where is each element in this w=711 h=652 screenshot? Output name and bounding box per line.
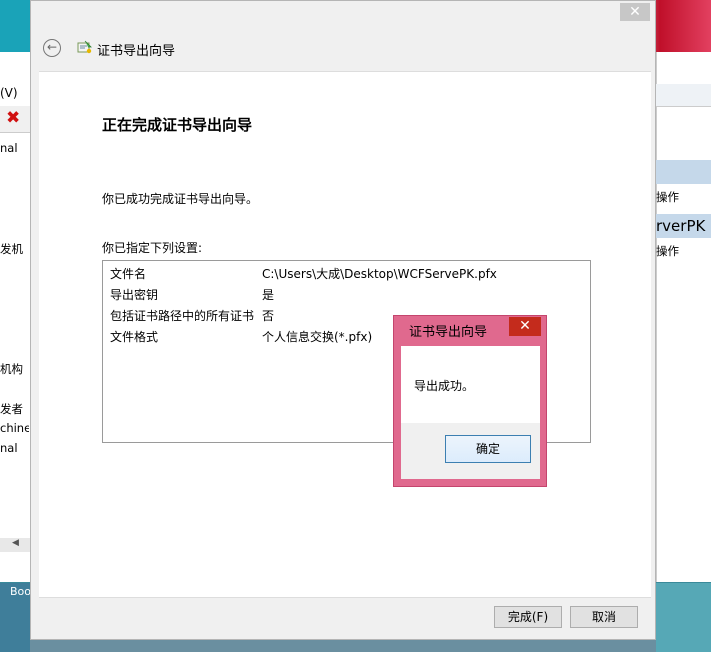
dialog-close-button[interactable]: ✕ [509,317,541,336]
wizard-content: 正在完成证书导出向导 你已成功完成证书导出向导。 你已指定下列设置: 文件名 C… [39,71,651,598]
background-right-action[interactable]: 操作 [656,243,679,259]
dialog-body: 导出成功。 确定 [401,346,540,479]
finish-button[interactable]: 完成(F) [494,606,562,628]
export-success-dialog: 证书导出向导 ✕ 导出成功。 确定 [393,315,547,487]
background-menu-fragment: (V) [0,86,18,100]
close-button[interactable]: ✕ [620,3,650,21]
setting-value: 个人信息交换(*.pfx) [262,330,373,344]
settings-row: 文件名 C:\Users\大成\Desktop\WCFServePK.pfx [110,263,580,283]
ok-button[interactable]: 确定 [445,435,531,463]
background-taskbar-item: Boo [0,583,32,652]
certificate-export-wizard: ✕ ← 证书导出向导 正在完成证书导出向导 你已成功完成证书导出向导。 你已指定… [30,0,656,640]
wizard-header: ← 证书导出向导 [39,31,643,69]
background-list-item: nal [0,441,18,455]
background-list-item: 机构 [0,362,23,376]
background-list-item: 发机 [0,242,23,256]
background-right-title: rverPK [656,217,706,235]
background-list-item: 发者 [0,402,23,416]
background-right-window [656,52,711,582]
dialog-title: 证书导出向导 [409,325,488,340]
wizard-title: 证书导出向导 [97,44,176,59]
background-right-header [656,160,711,184]
background-right-action[interactable]: 操作 [656,189,679,205]
background-list-item: nal [0,141,18,155]
setting-value: 是 [262,288,275,302]
setting-key: 导出密钥 [110,288,159,302]
dialog-message: 导出成功。 [414,379,475,393]
success-message: 你已成功完成证书导出向导。 [102,192,259,206]
cancel-button[interactable]: 取消 [570,606,638,628]
setting-key: 包括证书路径中的所有证书 [110,309,255,323]
delete-icon[interactable]: ✖ [6,108,20,128]
back-button[interactable]: ← [43,39,61,57]
background-scrollbar[interactable]: ◀ [0,538,30,552]
page-heading: 正在完成证书导出向导 [102,116,253,134]
settings-label: 你已指定下列设置: [102,241,203,255]
background-list-item: chine [0,421,29,435]
taskbar [30,640,656,652]
background-right-toolbar [656,84,711,107]
dialog-message-area: 导出成功。 [401,346,540,423]
background-right-desktop [656,583,711,652]
setting-value: C:\Users\大成\Desktop\WCFServePK.pfx [262,267,497,281]
setting-value: 否 [262,309,275,323]
certificate-icon [77,40,92,54]
scroll-left-icon[interactable]: ◀ [12,538,19,548]
setting-key: 文件格式 [110,330,159,344]
settings-row: 导出密钥 是 [110,284,580,304]
background-taskbar-label: Boo [10,585,32,598]
setting-key: 文件名 [110,267,147,281]
